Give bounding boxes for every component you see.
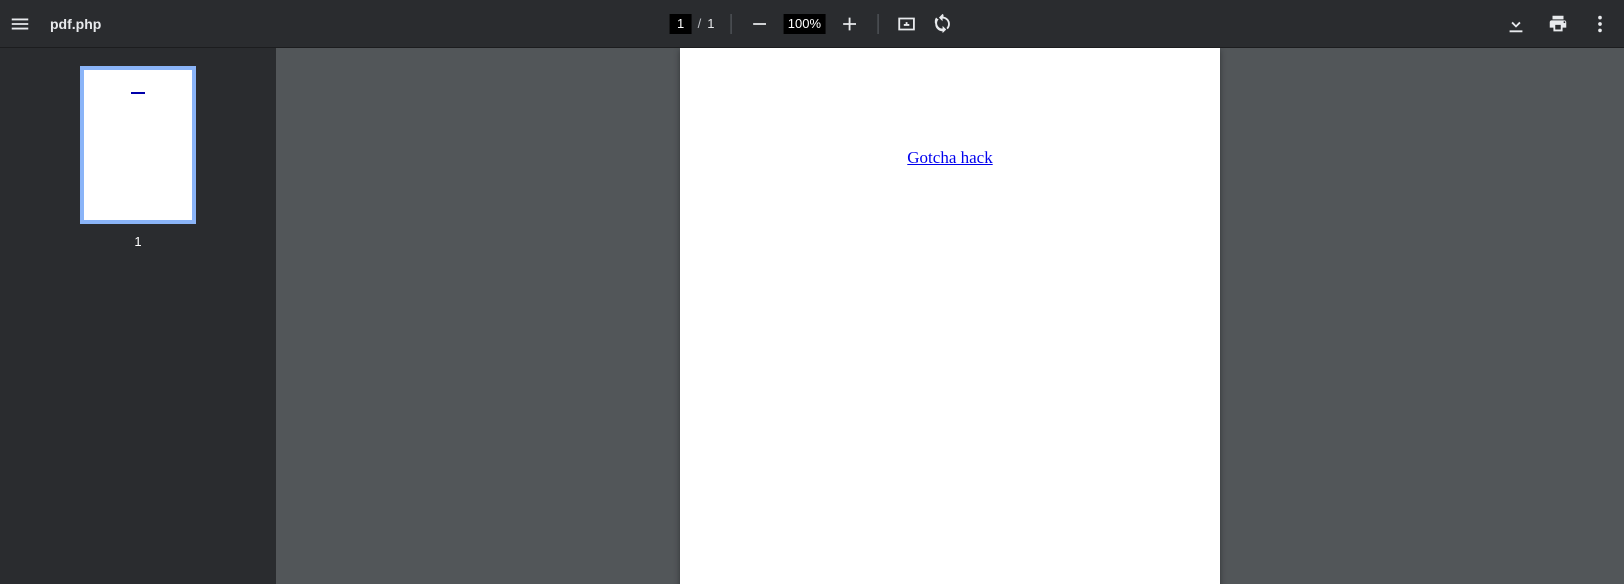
page-thumbnail[interactable]: [80, 66, 196, 224]
document-viewer[interactable]: Gotcha hack: [276, 48, 1624, 584]
page-indicator: / 1: [670, 14, 715, 34]
page-separator: /: [698, 16, 702, 31]
zoom-out-icon[interactable]: [747, 12, 771, 36]
thumbnail-page-number: 1: [134, 234, 141, 249]
toolbar-separator: [877, 14, 878, 34]
thumbnail-link-mark: [131, 92, 145, 94]
document-page: Gotcha hack: [680, 48, 1220, 584]
print-icon[interactable]: [1546, 12, 1570, 36]
zoom-in-icon[interactable]: [837, 12, 861, 36]
page-number-input[interactable]: [670, 14, 692, 34]
menu-icon[interactable]: [8, 12, 32, 36]
rotate-icon[interactable]: [930, 12, 954, 36]
document-title: pdf.php: [50, 16, 101, 32]
more-vert-icon[interactable]: [1588, 12, 1612, 36]
thumbnail-sidebar[interactable]: 1: [0, 48, 276, 584]
toolbar-separator: [730, 14, 731, 34]
body-area: 1 Gotcha hack: [0, 48, 1624, 584]
thumbnail-item[interactable]: 1: [80, 66, 196, 249]
download-icon[interactable]: [1504, 12, 1528, 36]
fit-to-page-icon[interactable]: [894, 12, 918, 36]
pdf-toolbar: pdf.php / 1: [0, 0, 1624, 48]
total-pages: 1: [707, 16, 714, 31]
zoom-level-input[interactable]: [783, 14, 825, 34]
document-hyperlink[interactable]: Gotcha hack: [907, 148, 992, 167]
